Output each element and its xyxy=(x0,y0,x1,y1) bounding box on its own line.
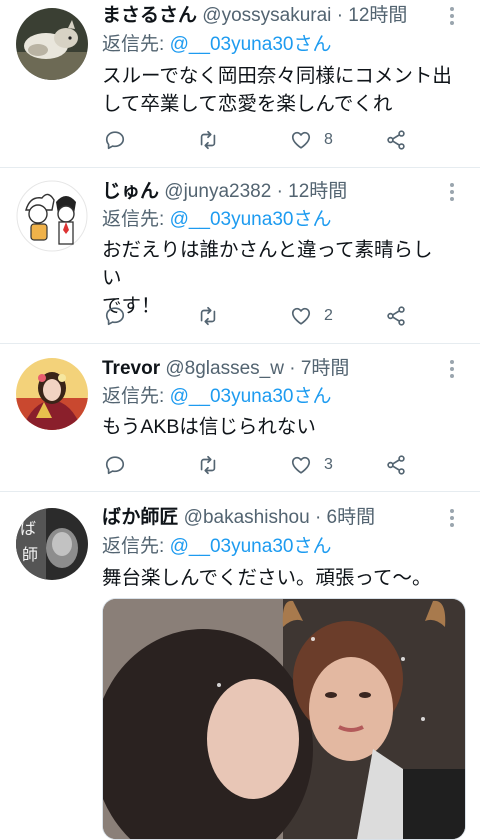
like-button[interactable]: 8 xyxy=(290,125,333,155)
display-name[interactable]: ばか師匠 xyxy=(102,507,178,528)
share-button[interactable] xyxy=(385,450,407,480)
avatar[interactable]: ば 師 xyxy=(16,508,88,580)
more-vertical-icon[interactable] xyxy=(442,3,462,29)
reply-prefix: 返信先: xyxy=(102,34,170,55)
action-bar: 3 xyxy=(102,450,432,480)
share-icon xyxy=(387,130,405,150)
reply-context: 返信先: @__03yuna30さん xyxy=(102,534,331,560)
tweet-header: ばか師匠 @bakashishou · 6時間 xyxy=(102,505,440,531)
share-icon xyxy=(387,455,405,475)
share-button[interactable] xyxy=(385,301,407,331)
reply-prefix: 返信先: xyxy=(102,386,170,407)
avatar[interactable] xyxy=(16,8,88,80)
handle[interactable]: @junya2382 xyxy=(164,181,271,202)
separator: · xyxy=(336,5,344,26)
display-name[interactable]: じゅん xyxy=(102,181,159,202)
timestamp[interactable]: 7時間 xyxy=(301,358,350,379)
like-count: 2 xyxy=(324,307,333,324)
action-bar: 8 xyxy=(102,125,432,155)
retweet-button[interactable] xyxy=(197,450,219,480)
handle[interactable]: @bakashishou xyxy=(184,507,310,528)
avatar[interactable] xyxy=(16,358,88,430)
timestamp[interactable]: 12時間 xyxy=(348,5,407,26)
retweet-button[interactable] xyxy=(197,301,219,331)
reply-prefix: 返信先: xyxy=(102,536,170,557)
tweet-text: 舞台楽しんでください。頑張って〜。 xyxy=(102,564,452,592)
reply-button[interactable] xyxy=(104,301,126,331)
share-button[interactable] xyxy=(385,125,407,155)
retweet-button[interactable] xyxy=(197,125,219,155)
tweet[interactable]: じゅん @junya2382 · 12時間 返信先: @__03yuna30さん… xyxy=(0,168,480,342)
tweet-text: もうAKBは信じられない xyxy=(102,413,452,441)
like-button[interactable]: 3 xyxy=(290,450,333,480)
tweet-header: じゅん @junya2382 · 12時間 xyxy=(102,179,440,205)
reply-context: 返信先: @__03yuna30さん xyxy=(102,32,331,58)
retweet-icon xyxy=(200,455,216,475)
tweet-text-line: して卒業して恋愛を楽しんでくれ xyxy=(102,93,393,115)
reply-context: 返信先: @__03yuna30さん xyxy=(102,207,331,233)
tweet-text-line: もうAKBは信じられない xyxy=(102,416,316,438)
timestamp[interactable]: 6時間 xyxy=(327,507,376,528)
display-name[interactable]: Trevor xyxy=(102,358,160,379)
reply-icon xyxy=(105,456,125,475)
reply-mention-link[interactable]: @__03yuna30さん xyxy=(170,34,332,55)
reply-icon xyxy=(105,131,125,150)
tweet-text-line: 舞台楽しんでください。頑張って〜。 xyxy=(102,567,432,589)
reply-button[interactable] xyxy=(104,125,126,155)
handle[interactable]: @8glasses_w xyxy=(165,358,284,379)
avatar[interactable] xyxy=(16,180,88,252)
tweet-text: スルーでなく岡田奈々同様にコメント出 して卒業して恋愛を楽しんでくれ xyxy=(102,62,452,118)
heart-icon xyxy=(291,131,311,149)
like-button[interactable]: 2 xyxy=(290,301,333,331)
separator: · xyxy=(276,181,283,202)
tweet-header: まさるさん @yossysakurai · 12時間 xyxy=(102,3,440,29)
reply-mention-link[interactable]: @__03yuna30さん xyxy=(170,386,332,407)
tweet-header: Trevor @8glasses_w · 7時間 xyxy=(102,356,440,382)
svg-text:師: 師 xyxy=(22,545,38,564)
reply-mention-link[interactable]: @__03yuna30さん xyxy=(170,536,332,557)
more-vertical-icon[interactable] xyxy=(442,505,462,531)
handle[interactable]: @yossysakurai xyxy=(202,5,331,26)
tweet[interactable]: Trevor @8glasses_w · 7時間 返信先: @__03yuna3… xyxy=(0,344,480,492)
reply-icon xyxy=(105,307,125,326)
more-vertical-icon[interactable] xyxy=(442,179,462,205)
reply-context: 返信先: @__03yuna30さん xyxy=(102,384,331,410)
retweet-icon xyxy=(200,306,216,326)
like-count: 8 xyxy=(324,131,333,148)
heart-icon xyxy=(291,456,311,474)
share-icon xyxy=(387,306,405,326)
reply-mention-link[interactable]: @__03yuna30さん xyxy=(170,209,332,230)
separator: · xyxy=(289,358,296,379)
action-bar: 2 xyxy=(102,301,432,331)
tweet[interactable]: まさるさん @yossysakurai · 12時間 返信先: @__03yun… xyxy=(0,0,480,166)
retweet-icon xyxy=(200,130,216,150)
reply-prefix: 返信先: xyxy=(102,209,170,230)
tweet-text-line: おだえりは誰かさんと違って素晴らしい xyxy=(102,239,433,289)
more-vertical-icon[interactable] xyxy=(442,356,462,382)
heart-icon xyxy=(291,307,311,325)
svg-text:ば: ば xyxy=(20,519,36,538)
display-name[interactable]: まさるさん xyxy=(102,5,197,26)
like-count: 3 xyxy=(324,456,333,473)
attached-photo[interactable] xyxy=(102,598,466,840)
timestamp[interactable]: 12時間 xyxy=(288,181,347,202)
tweet-text-line: スルーでなく岡田奈々同様にコメント出 xyxy=(102,65,452,87)
reply-button[interactable] xyxy=(104,450,126,480)
separator: · xyxy=(314,507,322,528)
